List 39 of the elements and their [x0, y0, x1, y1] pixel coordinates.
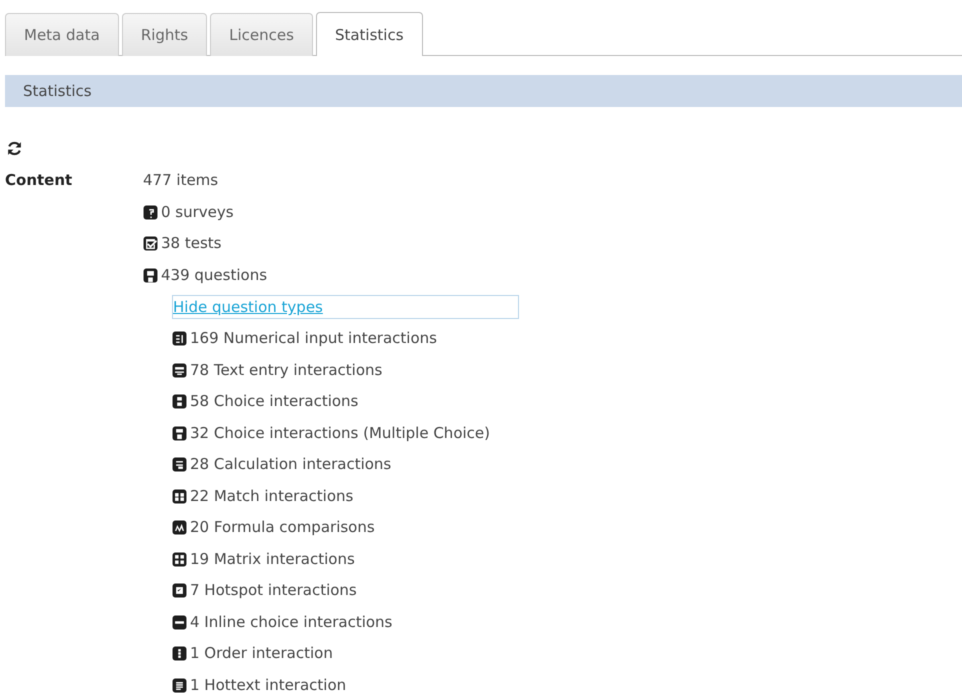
question-type-stat: 169 Numerical input interactions — [190, 328, 437, 349]
tab[interactable]: Licences — [210, 13, 313, 56]
question-type-stat: 58 Choice interactions — [190, 391, 358, 412]
tab[interactable]: Statistics — [316, 12, 423, 56]
question-type-icon — [172, 331, 187, 346]
hide-types-link[interactable]: Hide question types — [172, 295, 519, 319]
question-type-icon — [172, 646, 187, 662]
question-type-icon — [172, 426, 187, 441]
tab[interactable]: Rights — [122, 13, 208, 56]
item-type-icon — [143, 236, 158, 252]
question-type-icon — [172, 362, 187, 378]
question-type-stat: 28 Calculation interactions — [190, 454, 392, 475]
item-type-icon — [143, 204, 158, 220]
question-type-icon — [172, 583, 187, 598]
question-type-icon — [172, 552, 187, 567]
question-type-stat: 19 Matrix interactions — [190, 548, 355, 570]
refresh-icon[interactable] — [6, 140, 23, 157]
question-type-icon — [172, 614, 187, 630]
question-type-stat: 7 Hotspot interactions — [190, 580, 357, 601]
question-type-stat: 22 Match interactions — [190, 486, 354, 506]
question-type-icon — [172, 520, 187, 536]
tab[interactable]: Meta data — [5, 13, 119, 56]
question-type-stat: 32 Choice interactions (Multiple Choice) — [190, 422, 490, 444]
question-type-stat: 78 Text entry interactions — [190, 360, 382, 380]
question-type-stat: 1 Order interaction — [190, 643, 333, 664]
question-type-icon — [172, 457, 187, 472]
question-type-icon — [172, 488, 187, 504]
item-stat: 0 surveys — [161, 202, 234, 222]
question-type-stat: 1 Hottext interaction — [190, 674, 346, 693]
question-type-icon — [172, 678, 187, 693]
question-type-icon — [172, 394, 187, 410]
item-count: 477 items — [143, 170, 218, 191]
section-title: Statistics — [23, 82, 92, 100]
question-type-stat: 4 Inline choice interactions — [190, 612, 392, 632]
question-type-stat: 20 Formula comparisons — [190, 517, 375, 538]
item-stat: 439 questions — [161, 264, 268, 286]
item-stat: 38 tests — [161, 233, 222, 254]
item-type-icon — [143, 268, 158, 283]
content-label: Content — [5, 170, 74, 191]
